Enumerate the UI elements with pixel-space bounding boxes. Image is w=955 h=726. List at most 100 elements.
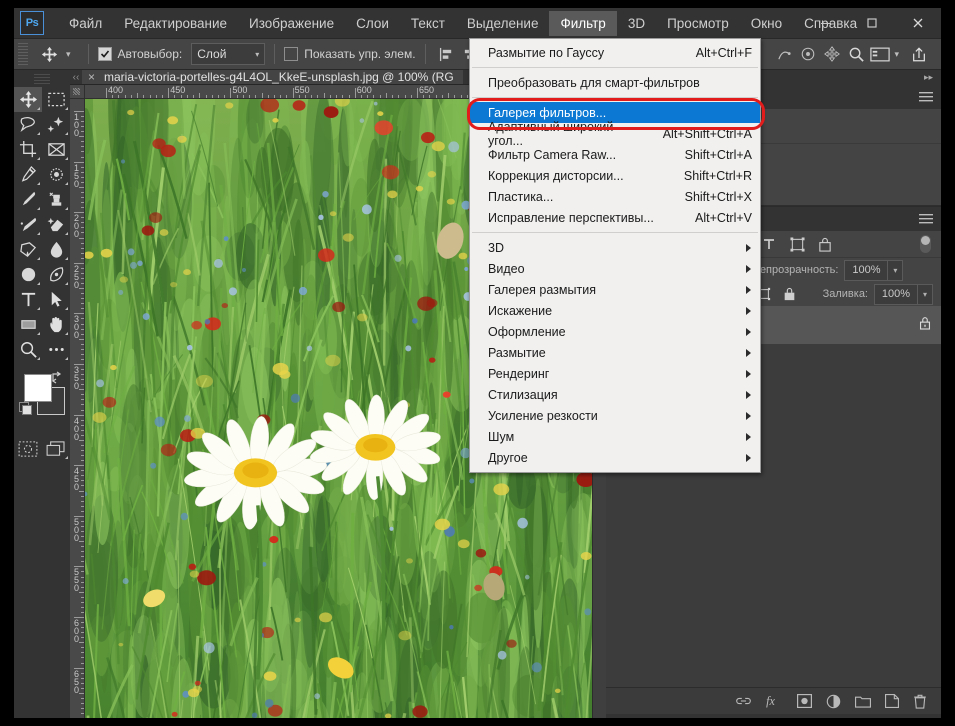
layer-style-fx-icon[interactable]: fx <box>766 694 783 708</box>
menu-item[interactable]: Рендеринг <box>470 363 760 384</box>
pen-tool-icon[interactable] <box>42 262 70 287</box>
hand-tool-icon[interactable] <box>42 312 70 337</box>
vertical-ruler[interactable]: 100150200250300350400450500550600650 <box>70 99 85 718</box>
new-layer-icon[interactable] <box>885 694 899 708</box>
menu-4[interactable]: Текст <box>400 11 456 36</box>
menu-item-label: Пластика... <box>488 189 554 204</box>
menu-8[interactable]: Просмотр <box>656 11 740 36</box>
minimize-button[interactable] <box>803 8 849 38</box>
share-icon[interactable] <box>907 43 931 65</box>
lock-all-icon[interactable] <box>780 285 800 303</box>
show-transform-controls-checkbox[interactable] <box>284 47 299 61</box>
autoselect-label: Автовыбор: <box>117 47 183 61</box>
clone-stamp-tool-icon[interactable] <box>42 187 70 212</box>
menu-item[interactable]: Фильтр Camera Raw... Shift+Ctrl+A <box>470 144 760 165</box>
menu-item[interactable]: Размытие по Гауссу Alt+Ctrl+F <box>470 42 760 63</box>
menu-2[interactable]: Изображение <box>238 11 345 36</box>
brush-tool-icon[interactable] <box>14 187 42 212</box>
layers-panel-menu-icon[interactable] <box>919 212 933 230</box>
menu-label: Слои <box>356 15 389 31</box>
autoselect-target-select[interactable]: Слой ▾ <box>191 43 266 65</box>
align-left-edges-icon[interactable] <box>435 43 459 65</box>
menu-item[interactable]: Пластика... Shift+Ctrl+X <box>470 186 760 207</box>
menu-item[interactable]: Искажение <box>470 300 760 321</box>
ruler-tick <box>81 450 84 452</box>
tool-preset-chevron-icon[interactable]: ▾ <box>66 49 71 60</box>
options-bar-grip[interactable] <box>18 43 28 65</box>
document-tab[interactable]: × maria-victoria-portelles-g4L4OL_KkeE-u… <box>82 70 463 84</box>
shape-filter-icon[interactable] <box>784 234 810 254</box>
panel-menu-icon[interactable] <box>919 90 933 108</box>
menu-item[interactable]: 3D <box>470 237 760 258</box>
spot-healing-brush-tool-icon[interactable] <box>42 162 70 187</box>
menu-item[interactable]: Коррекция дисторсии... Shift+Ctrl+R <box>470 165 760 186</box>
menu-item[interactable]: Размытие <box>470 342 760 363</box>
swap-colors-icon[interactable] <box>50 370 64 387</box>
crop-tool-icon[interactable] <box>14 137 42 162</box>
menu-item[interactable]: Видео <box>470 258 760 279</box>
fill-chevron-icon[interactable]: ▾ <box>918 283 933 305</box>
menu-1[interactable]: Редактирование <box>113 11 238 36</box>
foreground-color-swatch[interactable] <box>24 374 52 402</box>
maximize-button[interactable] <box>849 8 895 38</box>
menu-item[interactable]: Преобразовать для смарт-фильтров <box>470 72 760 93</box>
workspace-icon[interactable] <box>868 43 892 65</box>
rectangular-marquee-tool-icon[interactable] <box>42 87 70 112</box>
menu-item[interactable]: Шум <box>470 426 760 447</box>
menu-5[interactable]: Выделение <box>456 11 550 36</box>
toolbox-grip[interactable] <box>34 74 50 84</box>
move-tool-icon[interactable] <box>34 41 64 67</box>
menu-item[interactable]: Стилизация <box>470 384 760 405</box>
adjustment-layer-icon[interactable] <box>826 694 841 709</box>
quick-mask-icon[interactable] <box>14 436 42 461</box>
menu-item[interactable]: Оформление <box>470 321 760 342</box>
menu-item[interactable]: Галерея размытия <box>470 279 760 300</box>
menu-3[interactable]: Слои <box>345 11 400 36</box>
smart-object-filter-icon[interactable] <box>812 234 838 254</box>
eyedropper-tool-icon[interactable] <box>14 162 42 187</box>
gradient-tool-icon[interactable] <box>14 237 42 262</box>
rectangle-tool-icon[interactable] <box>14 312 42 337</box>
workspace-chevron-icon[interactable]: ▾ <box>894 49 899 60</box>
ruler-corner[interactable] <box>70 85 85 99</box>
move-tool-icon[interactable] <box>14 87 42 112</box>
filter-enable-toggle[interactable] <box>920 234 933 254</box>
menu-7[interactable]: 3D <box>617 11 656 36</box>
blur-tool-icon[interactable] <box>42 237 70 262</box>
3d-pan-icon[interactable] <box>820 43 844 65</box>
lasso-tool-icon[interactable] <box>14 112 42 137</box>
autoselect-checkbox[interactable] <box>97 47 112 61</box>
type-tool-icon[interactable] <box>14 287 42 312</box>
screen-mode-icon[interactable] <box>42 436 70 461</box>
menu-item[interactable]: Усиление резкости <box>470 405 760 426</box>
fill-value[interactable]: 100% <box>874 283 918 305</box>
filter-menu-dropdown[interactable]: Размытие по Гауссу Alt+Ctrl+F Преобразоват… <box>469 38 761 473</box>
dodge-tool-icon[interactable] <box>14 262 42 287</box>
menu-0[interactable]: Файл <box>58 11 113 36</box>
close-button[interactable] <box>895 8 941 38</box>
new-group-icon[interactable] <box>855 694 871 708</box>
zoom-tool-icon[interactable] <box>14 337 42 362</box>
more-tools-icon[interactable] <box>42 337 70 362</box>
frame-tool-icon[interactable] <box>42 137 70 162</box>
default-colors-icon[interactable] <box>19 402 32 415</box>
eraser-tool-icon[interactable] <box>42 212 70 237</box>
quick-selection-tool-icon[interactable] <box>42 112 70 137</box>
close-icon[interactable]: × <box>88 70 95 84</box>
search-icon[interactable] <box>844 43 868 65</box>
tab-strip-grip[interactable]: ‹‹ <box>70 70 82 84</box>
menu-item[interactable]: Исправление перспективы... Alt+Ctrl+V <box>470 207 760 228</box>
history-brush-tool-icon[interactable] <box>14 212 42 237</box>
menu-6[interactable]: Фильтр <box>549 10 617 36</box>
layer-mask-icon[interactable] <box>797 694 812 708</box>
3d-orbit-icon[interactable] <box>796 43 820 65</box>
menu-item[interactable]: Другое <box>470 447 760 468</box>
menu-9[interactable]: Окно <box>740 11 793 36</box>
delete-layer-icon[interactable] <box>913 694 927 709</box>
path-selection-tool-icon[interactable] <box>42 287 70 312</box>
distribute-icon[interactable] <box>772 43 796 65</box>
opacity-chevron-icon[interactable]: ▾ <box>888 259 904 281</box>
opacity-value[interactable]: 100% <box>844 259 889 281</box>
menu-item[interactable]: Адаптивный широкий угол... Alt+Shift+Ctrl… <box>470 120 760 148</box>
link-layers-icon[interactable] <box>735 695 752 707</box>
